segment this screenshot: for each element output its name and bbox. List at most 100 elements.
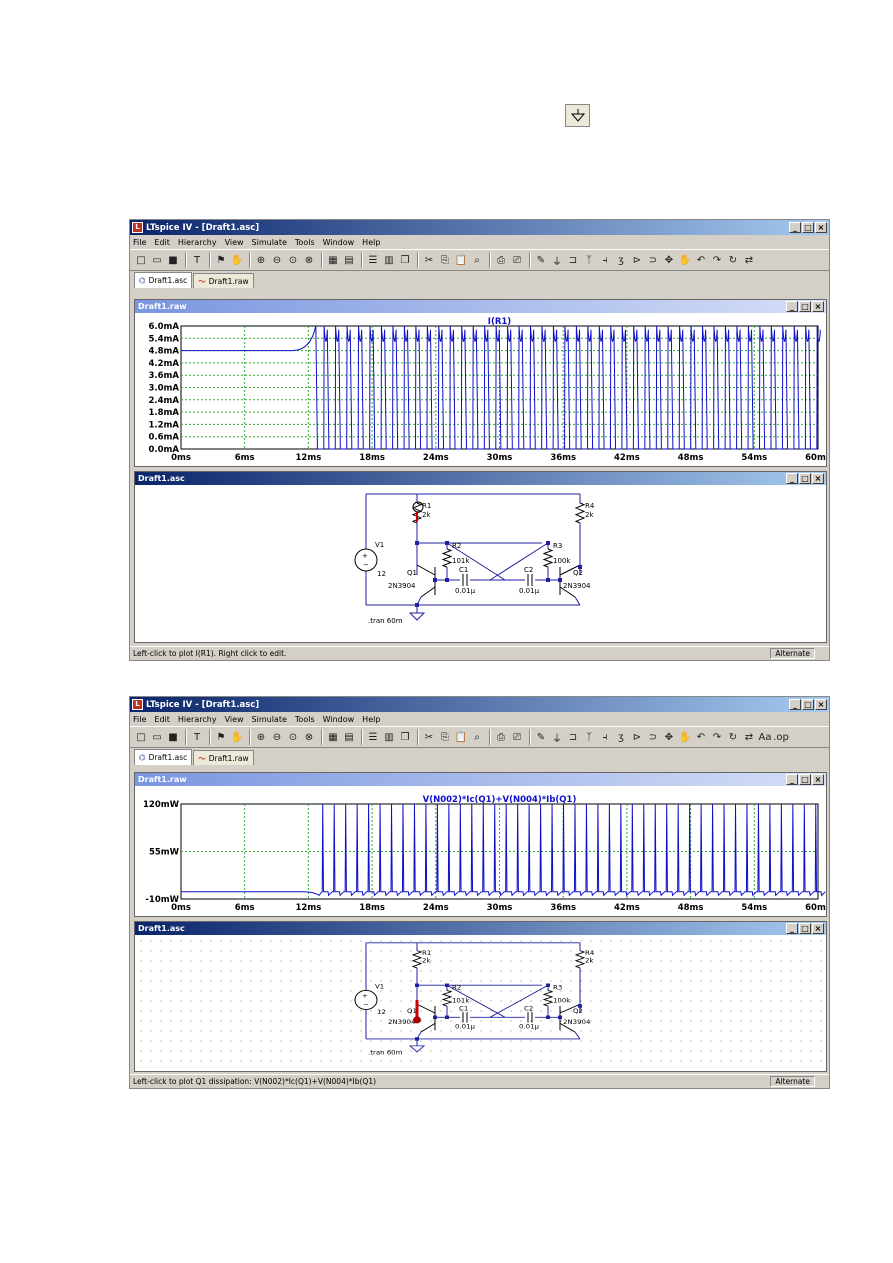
capacitor-icon[interactable]: ⫞ bbox=[598, 730, 612, 744]
close-button[interactable]: × bbox=[812, 774, 824, 785]
ground-icon[interactable]: ⏚ bbox=[550, 253, 564, 268]
mirror-icon[interactable]: ⇄ bbox=[742, 730, 756, 744]
print-icon[interactable]: ⎚ bbox=[510, 730, 524, 744]
menu-simulate[interactable]: Simulate bbox=[252, 715, 287, 724]
rotate-icon[interactable]: ↻ bbox=[726, 730, 740, 744]
zoom-cancel-icon[interactable]: ⊗ bbox=[302, 253, 316, 267]
close-button[interactable]: × bbox=[812, 301, 824, 312]
tile-h-icon[interactable]: ☰ bbox=[366, 730, 380, 744]
zoom-fit-icon[interactable]: ⊙ bbox=[286, 253, 300, 267]
save-icon[interactable]: ■ bbox=[166, 730, 180, 744]
maximize-button[interactable]: □ bbox=[802, 222, 814, 233]
diode-icon[interactable]: ⊳ bbox=[630, 730, 644, 744]
zoom-in-icon[interactable]: ⊕ bbox=[254, 730, 268, 744]
menu-view[interactable]: View bbox=[225, 238, 244, 247]
print-preview-icon[interactable]: ⎙ bbox=[494, 730, 508, 744]
zoom-in-icon[interactable]: ⊕ bbox=[254, 253, 268, 267]
save-icon[interactable]: ■ bbox=[166, 253, 180, 267]
grid2-icon[interactable]: ▤ bbox=[342, 253, 356, 267]
tile-h-icon[interactable]: ☰ bbox=[366, 253, 380, 267]
hammer-icon[interactable]: T bbox=[190, 253, 204, 267]
menu-help[interactable]: Help bbox=[362, 238, 380, 247]
resistor-r3[interactable] bbox=[542, 548, 554, 568]
menu-help[interactable]: Help bbox=[362, 715, 380, 724]
transistor-q1[interactable] bbox=[416, 564, 436, 598]
minimize-button[interactable]: _ bbox=[789, 699, 801, 710]
minimize-button[interactable]: _ bbox=[786, 923, 798, 934]
open-icon[interactable]: ▭ bbox=[150, 730, 164, 744]
wire-icon[interactable]: ✎ bbox=[534, 730, 548, 744]
rotate-icon[interactable]: ↻ bbox=[726, 253, 740, 267]
find-icon[interactable]: ⌕ bbox=[470, 253, 484, 267]
menu-edit[interactable]: Edit bbox=[154, 238, 170, 247]
capacitor-icon[interactable]: ⫞ bbox=[598, 253, 612, 267]
minimize-button[interactable]: _ bbox=[786, 473, 798, 484]
zoom-out-icon[interactable]: ⊖ bbox=[270, 730, 284, 744]
close-button[interactable]: × bbox=[815, 222, 827, 233]
menu-hierarchy[interactable]: Hierarchy bbox=[178, 238, 217, 247]
redo-icon[interactable]: ↷ bbox=[710, 253, 724, 267]
maximize-button[interactable]: □ bbox=[799, 774, 811, 785]
undo-icon[interactable]: ↶ bbox=[694, 253, 708, 267]
redo-icon[interactable]: ↷ bbox=[710, 730, 724, 744]
zoom-fit-icon[interactable]: ⊙ bbox=[286, 730, 300, 744]
resistor-r2[interactable] bbox=[441, 548, 453, 568]
mirror-icon[interactable]: ⇄ bbox=[742, 253, 756, 267]
cut-icon[interactable]: ✂ bbox=[422, 253, 436, 267]
text-icon[interactable]: Aa bbox=[758, 730, 772, 744]
inductor-icon[interactable]: ʒ bbox=[614, 730, 628, 744]
cascade-icon[interactable]: ❐ bbox=[398, 253, 412, 267]
diode-icon[interactable]: ⊳ bbox=[630, 253, 644, 267]
move-icon[interactable]: ✥ bbox=[662, 253, 676, 267]
menu-view[interactable]: View bbox=[225, 715, 244, 724]
maximize-button[interactable]: □ bbox=[799, 473, 811, 484]
move-icon[interactable]: ✥ bbox=[662, 730, 676, 744]
label-icon[interactable]: ⊐ bbox=[566, 253, 580, 267]
menu-hierarchy[interactable]: Hierarchy bbox=[178, 715, 217, 724]
trace-label[interactable]: V(N002)*Ic(Q1)+V(N004)*Ib(Q1) bbox=[423, 795, 577, 805]
undo-icon[interactable]: ↶ bbox=[694, 730, 708, 744]
tile-v-icon[interactable]: ▥ bbox=[382, 730, 396, 744]
halt-icon[interactable]: ✋ bbox=[230, 253, 244, 267]
open-icon[interactable]: ▭ bbox=[150, 253, 164, 267]
grid2-icon[interactable]: ▤ bbox=[342, 730, 356, 744]
tab-schematic[interactable]: ⌬ Draft1.asc bbox=[134, 749, 193, 765]
resistor-r1[interactable] bbox=[411, 950, 423, 969]
schematic-canvas[interactable]: +−R12kR42kR2101kR3100kC10.01µC20.01µQ12N… bbox=[135, 935, 826, 1071]
ground-button[interactable] bbox=[565, 104, 590, 127]
close-button[interactable]: × bbox=[812, 473, 824, 484]
resistor-r3[interactable] bbox=[542, 990, 554, 1007]
resistor-r4[interactable] bbox=[574, 950, 586, 969]
drag-icon[interactable]: ✋ bbox=[678, 730, 692, 744]
run-icon[interactable]: ⚑ bbox=[214, 730, 228, 744]
ground-icon[interactable]: ⏚ bbox=[550, 730, 564, 745]
paste-icon[interactable]: 📋 bbox=[454, 253, 468, 267]
maximize-button[interactable]: □ bbox=[799, 301, 811, 312]
zoom-cancel-icon[interactable]: ⊗ bbox=[302, 730, 316, 744]
cut-icon[interactable]: ✂ bbox=[422, 730, 436, 744]
waveform-plot[interactable]: 0ms 6ms 12ms 18ms 24ms 30ms 36ms 42ms 48ms 54ms 60… bbox=[135, 786, 831, 916]
spice-icon[interactable]: .op bbox=[773, 730, 789, 744]
minimize-button[interactable]: _ bbox=[789, 222, 801, 233]
schematic-canvas[interactable]: +−R12kR42kR2101kR3100kC10.01µC20.01µQ12N… bbox=[135, 485, 826, 642]
resistor-r2[interactable] bbox=[441, 990, 453, 1007]
print-icon[interactable]: ⎚ bbox=[510, 253, 524, 267]
resistor-icon[interactable]: ᛉ bbox=[582, 730, 596, 744]
grid-icon[interactable]: ▦ bbox=[326, 730, 340, 744]
wire-icon[interactable]: ✎ bbox=[534, 253, 548, 267]
inductor-icon[interactable]: ʒ bbox=[614, 253, 628, 267]
halt-icon[interactable]: ✋ bbox=[230, 730, 244, 744]
minimize-button[interactable]: _ bbox=[786, 774, 798, 785]
menu-simulate[interactable]: Simulate bbox=[252, 238, 287, 247]
tab-waveform[interactable]: 〜 Draft1.raw bbox=[193, 273, 254, 288]
menu-file[interactable]: File bbox=[133, 715, 146, 724]
minimize-button[interactable]: _ bbox=[786, 301, 798, 312]
trace-label[interactable]: I(R1) bbox=[488, 317, 512, 327]
grid-icon[interactable]: ▦ bbox=[326, 253, 340, 267]
menu-tools[interactable]: Tools bbox=[295, 715, 315, 724]
hammer-icon[interactable]: T bbox=[190, 730, 204, 744]
resistor-r4[interactable] bbox=[574, 502, 586, 524]
waveform-plot[interactable]: 0ms 6ms 12ms 18ms 24ms 30ms 36ms 42ms 48ms 54ms 60… bbox=[135, 313, 831, 466]
tab-schematic[interactable]: ⌬ Draft1.asc bbox=[134, 272, 193, 288]
component-icon[interactable]: ⊃ bbox=[646, 730, 660, 744]
